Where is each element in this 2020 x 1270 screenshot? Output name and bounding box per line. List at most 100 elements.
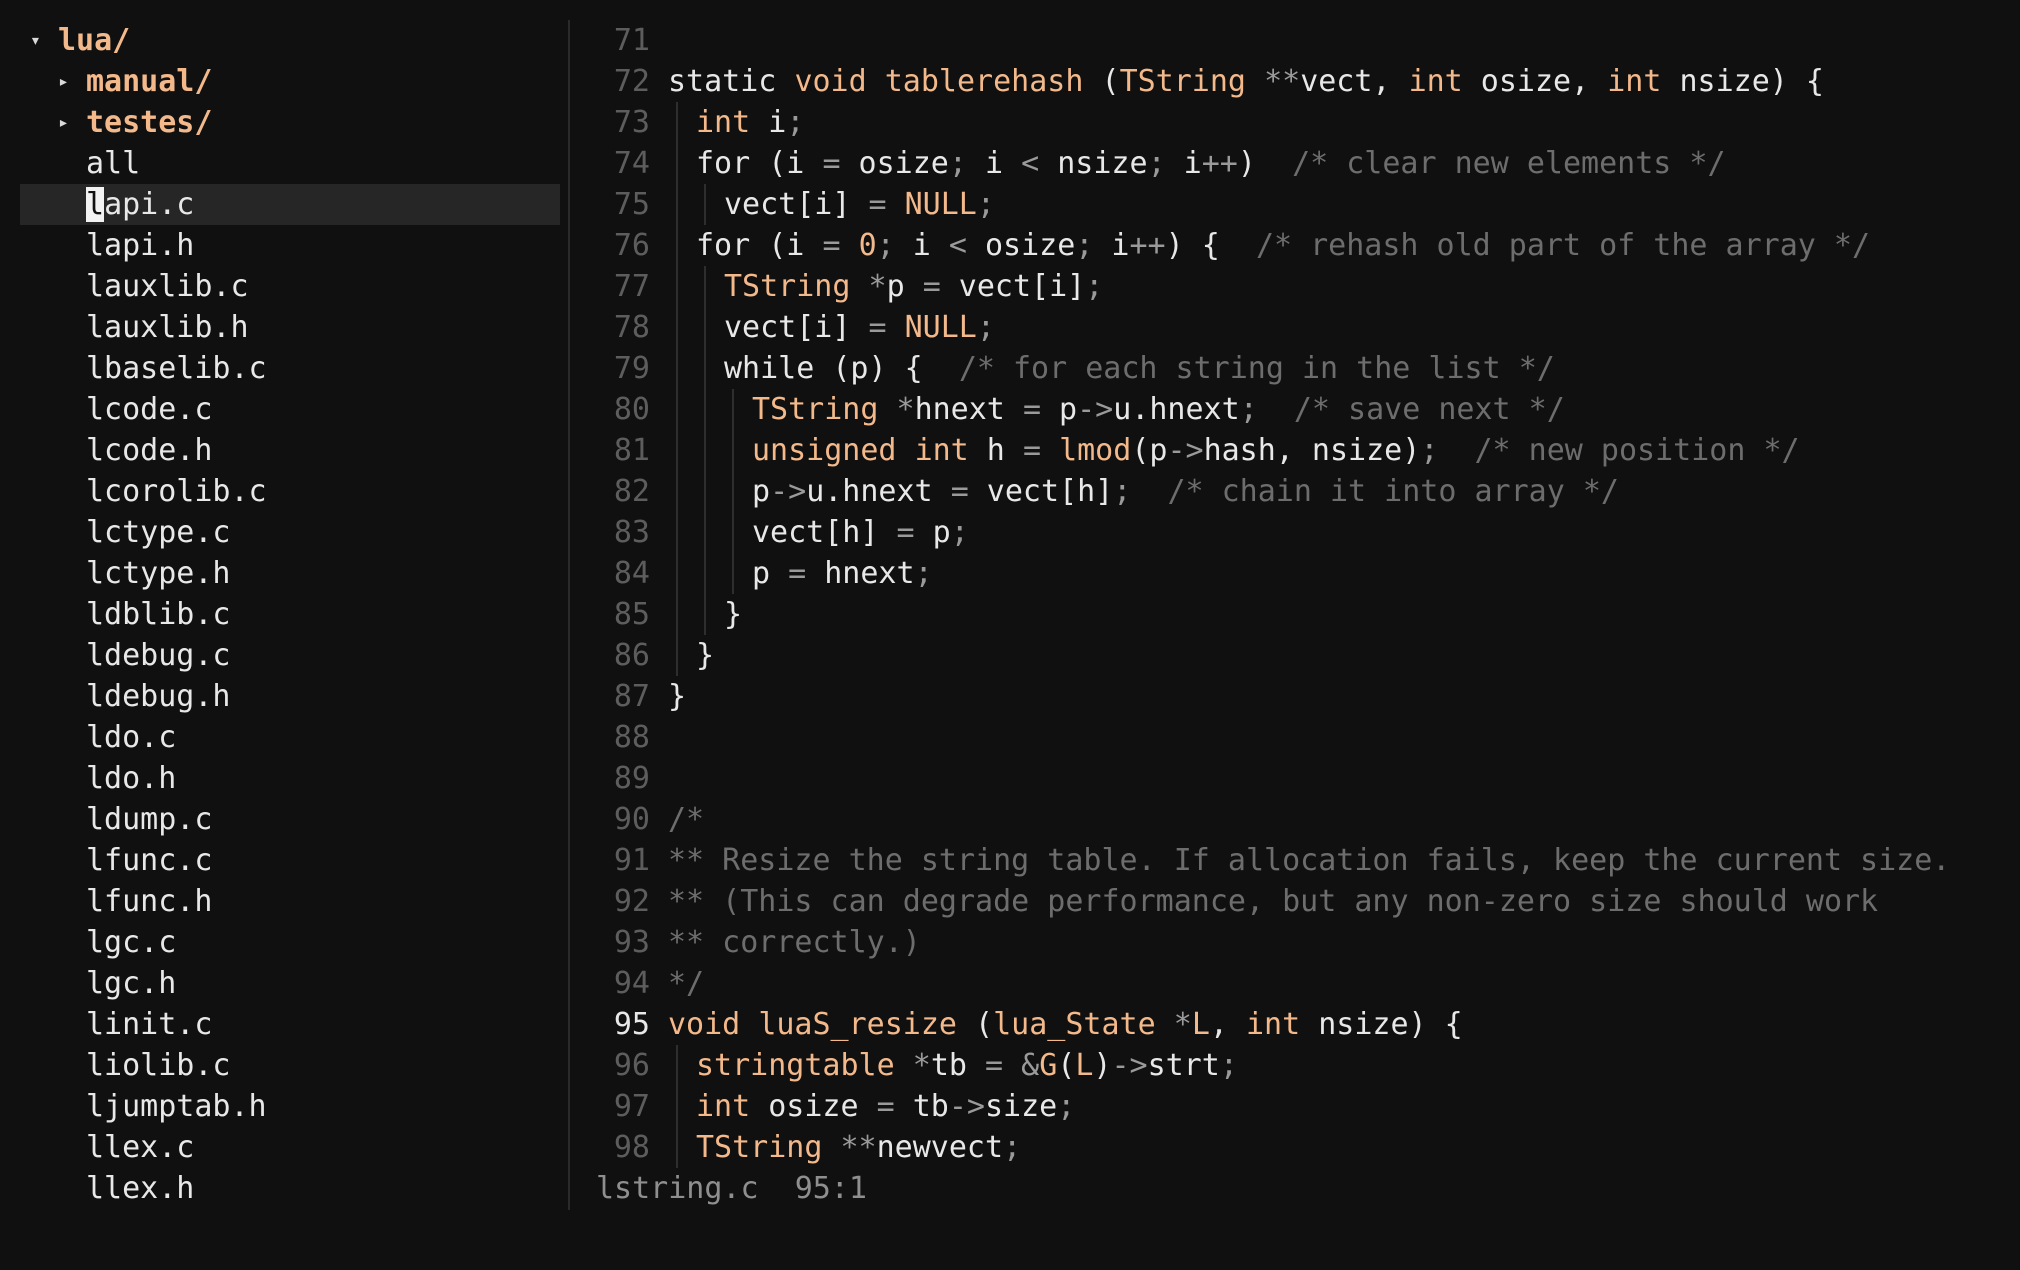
tree-item-label: lcode.c [86,392,213,427]
code-line[interactable]: 82 p->u.hnext = vect[h]; /* chain it into… [590,471,2010,512]
code-token: = [1022,392,1041,427]
tree-file[interactable]: lctype.c [20,512,560,553]
status-bar: lstring.c 95:1 [596,1168,867,1209]
code-line[interactable]: 71 [590,20,2010,61]
line-number: 81 [613,433,650,468]
line-number: 88 [613,720,650,755]
code-line[interactable]: 83 vect[h] = p; [590,512,2010,553]
tree-file[interactable]: llex.h [20,1168,560,1209]
tree-file[interactable]: lgc.c [20,922,560,963]
code-token: ; [1003,1130,1022,1165]
code-token: int [696,105,751,140]
code-line[interactable]: 90 /* [590,799,2010,840]
tree-file[interactable]: ldo.h [20,758,560,799]
tree-file[interactable]: all [20,143,560,184]
code-line[interactable]: 96 stringtable *tb = &G(L)->strt; [590,1045,2010,1086]
code-token: -> [948,1089,985,1124]
code-line[interactable]: 88 [590,717,2010,758]
pane-divider[interactable] [568,20,570,1210]
code-line[interactable]: 72 static void tablerehash (TString **vec… [590,61,2010,102]
tree-file[interactable]: lfunc.h [20,881,560,922]
tree-item-label: llex.c [86,1130,195,1165]
indent-guide [676,635,678,676]
code-editor[interactable]: 71 72 static void tablerehash (TString **v… [590,20,2010,1168]
code-line[interactable]: 78 vect[i] = NULL; [590,307,2010,348]
indent-guide [676,102,678,143]
code-line[interactable]: 89 [590,758,2010,799]
code-token: hnext [806,556,915,591]
code-token: ) [1237,146,1293,181]
code-line[interactable]: 74 for (i = osize; i < nsize; i++) /* cle… [590,143,2010,184]
code-token: size [985,1089,1058,1124]
code-text: TString *hnext = p->u.hnext; /* save nex… [752,389,1565,430]
code-line[interactable]: 84 p = hnext; [590,553,2010,594]
code-line[interactable]: 86} [590,635,2010,676]
code-line[interactable]: 81 unsigned int h = lmod(p->hash, nsize);… [590,430,2010,471]
tree-file[interactable]: llex.c [20,1127,560,1168]
indent-guide [704,594,706,635]
tree-file[interactable]: lfunc.c [20,840,560,881]
indent-guide [704,307,706,348]
caret-right-icon[interactable]: ▸ [58,102,69,143]
code-line[interactable]: 76 for (i = 0; i < osize; i++) { /* rehas… [590,225,2010,266]
code-line[interactable]: 79 while (p) { /* for each string in the … [590,348,2010,389]
code-token: = [896,515,915,550]
indent-guide [676,430,678,471]
tree-file[interactable]: lapi.h [20,225,560,266]
tree-file[interactable]: ldebug.h [20,676,560,717]
code-text: ** Resize the string table. If allocatio… [668,840,1950,881]
tree-file[interactable]: lcorolib.c [20,471,560,512]
tree-file[interactable]: linit.c [20,1004,560,1045]
tree-file[interactable]: liolib.c [20,1045,560,1086]
code-line[interactable]: 77 TString *p = vect[i]; [590,266,2010,307]
code-token: i [1165,146,1202,181]
code-line[interactable]: 73 int i; [590,102,2010,143]
code-line[interactable]: 91 ** Resize the string table. If allocat… [590,840,2010,881]
tree-folder[interactable]: ▸ testes/ [20,102,560,143]
tree-file[interactable]: ldo.c [20,717,560,758]
tree-file[interactable]: ldebug.c [20,635,560,676]
tree-file[interactable]: ljumptab.h [20,1086,560,1127]
tree-file[interactable]: lbaselib.c [20,348,560,389]
line-number: 80 [613,392,650,427]
code-line[interactable]: 98 TString **newvect; [590,1127,2010,1168]
tree-file[interactable]: lapi.c [20,184,560,225]
code-token: */ [668,966,705,1001]
code-line[interactable]: 75 vect[i] = NULL; [590,184,2010,225]
code-token: i [894,228,949,263]
tree-folder[interactable]: ▸ manual/ [20,61,560,102]
code-text: } [668,676,686,717]
code-line[interactable]: 95 void luaS_resize (lua_State *L, int ns… [590,1004,2010,1045]
tree-file[interactable]: ldblib.c [20,594,560,635]
code-token: , [1209,1007,1246,1042]
code-line[interactable]: 80 TString *hnext = p->u.hnext; /* save n… [590,389,2010,430]
tree-item-label: lctype.c [86,515,231,550]
code-line[interactable]: 92 ** (This can degrade performance, but … [590,881,2010,922]
code-text: while (p) { /* for each string in the li… [724,348,1555,389]
tree-file[interactable]: ldump.c [20,799,560,840]
code-token: luaS_resize [758,1007,957,1042]
code-line[interactable]: 85} [590,594,2010,635]
tree-folder[interactable]: ▾ lua/ [20,20,560,61]
caret-right-icon[interactable]: ▸ [58,61,69,102]
tree-item-label: lcorolib.c [86,474,267,509]
code-token: for [696,228,751,263]
indent-guide [704,512,706,553]
tree-file[interactable]: lcode.h [20,430,560,471]
code-line[interactable]: 94 */ [590,963,2010,1004]
code-line[interactable]: 93 ** correctly.) [590,922,2010,963]
code-line[interactable]: 97 int osize = tb->size; [590,1086,2010,1127]
tree-file[interactable]: lctype.h [20,553,560,594]
code-line[interactable]: 87} [590,676,2010,717]
code-text: p = hnext; [752,553,933,594]
tree-file[interactable]: lauxlib.h [20,307,560,348]
tree-file[interactable]: lauxlib.c [20,266,560,307]
code-token: p [914,515,951,550]
code-token: i [966,146,1022,181]
tree-file[interactable]: lcode.c [20,389,560,430]
tree-file[interactable]: lgc.h [20,963,560,1004]
caret-down-icon[interactable]: ▾ [30,20,41,61]
